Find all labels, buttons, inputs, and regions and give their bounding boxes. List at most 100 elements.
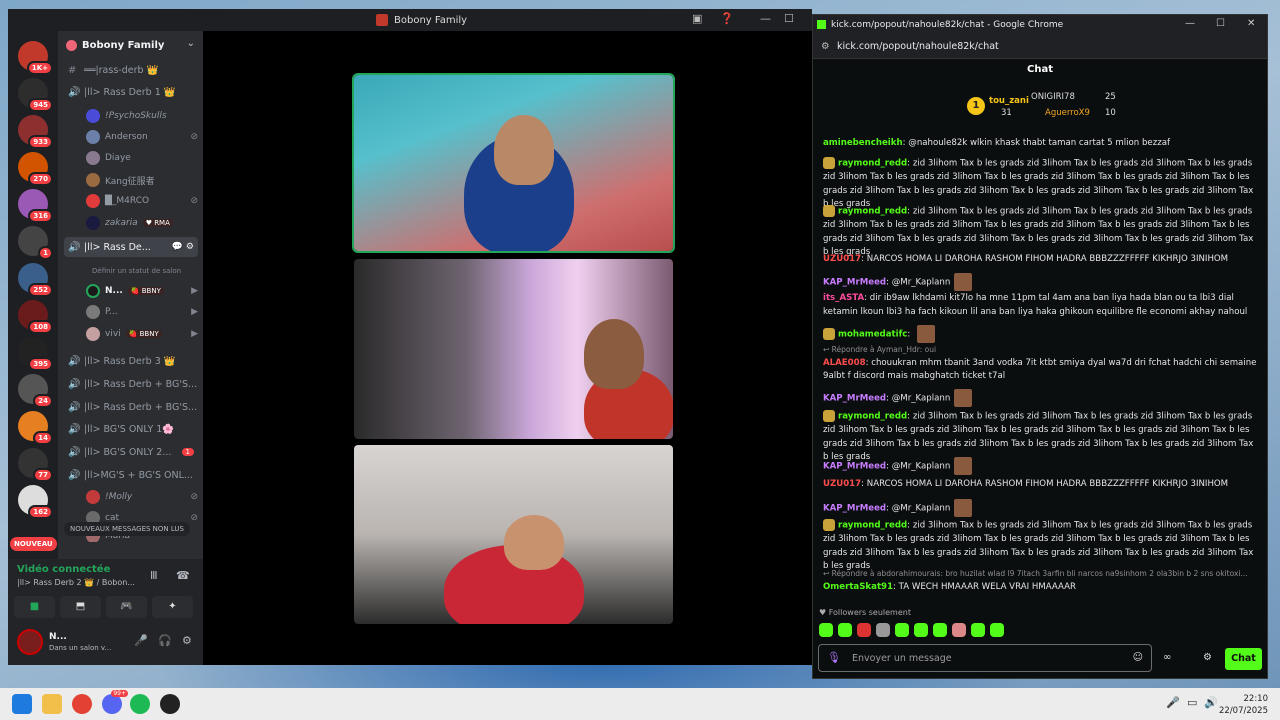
channel-bgs-only-1[interactable]: 🔊 |ll> BG'S ONLY 1🌸	[64, 419, 198, 439]
emote-icon[interactable]	[914, 623, 928, 637]
channel-rass-derb-bgs-1[interactable]: 🔊 |ll> Rass Derb + BG'S...	[64, 374, 198, 394]
chat-message[interactable]: ↩ Répondre à Ayman_Hdr: oui ALAE008: chou…	[823, 343, 1259, 384]
emote-icon[interactable]	[876, 623, 890, 637]
microphone-icon[interactable]: 🎤	[134, 634, 148, 647]
help-icon[interactable]: ❓	[720, 12, 734, 25]
channel-rass-derb-text[interactable]: # ══|rass-derb 👑	[64, 60, 198, 80]
voice-user[interactable]: !Molly ⊘	[86, 488, 198, 506]
chat-username[interactable]: UZU017	[823, 254, 861, 264]
emoji-picker-icon[interactable]: ☺	[1133, 652, 1143, 663]
server-icon[interactable]: 316	[18, 189, 53, 223]
chat-username[interactable]: KAP_MrMeed	[823, 394, 886, 404]
chevron-down-icon[interactable]: ⌄	[187, 38, 195, 49]
server-icon[interactable]: 933	[18, 115, 53, 149]
chat-message[interactable]: UZU017: NARCOS HOMA LI DAROHA RASHOM FIH…	[823, 253, 1259, 267]
emote-icon[interactable]	[857, 623, 871, 637]
channel-status-hint[interactable]: Définir un statut de salon	[92, 267, 181, 275]
server-icon[interactable]: 108	[18, 300, 53, 334]
chat-username[interactable]: raymond_redd	[838, 412, 907, 422]
voice-user[interactable]: Anderson ⊘	[86, 128, 198, 146]
chat-input-placeholder[interactable]: Envoyer un message	[852, 653, 952, 664]
soundboard-button[interactable]: ✦	[152, 596, 193, 618]
nouveau-badge[interactable]: NOUVEAU	[10, 537, 57, 551]
chat-username[interactable]: raymond_redd	[838, 207, 907, 217]
chat-message[interactable]: aminebencheikh: @nahoule82k wlkin khask …	[823, 137, 1259, 151]
network-icon[interactable]: ▭	[1187, 696, 1197, 709]
voice-user-active[interactable]: N... 🍓 BBNY ▶	[86, 282, 198, 300]
server-icon[interactable]: 252	[18, 263, 53, 297]
chat-message[interactable]: UZU017: NARCOS HOMA LI DAROHA RASHOM FIH…	[823, 478, 1259, 492]
screen-share-button[interactable]: ⬒	[60, 596, 101, 618]
user-panel[interactable]: N... Dans un salon v... 🎤 🎧 ⚙	[17, 629, 193, 659]
infinity-icon[interactable]: ∞	[1163, 652, 1171, 663]
start-icon[interactable]	[12, 694, 32, 714]
chat-username[interactable]: mohamedatifc	[838, 330, 907, 340]
voice-connected-label[interactable]: Vidéo connectée	[17, 564, 110, 575]
clock[interactable]: 22:10 22/07/2025	[1219, 693, 1268, 717]
channel-actions-icons[interactable]: 💬 ⚙	[172, 242, 194, 252]
channel-rass-derb-3[interactable]: 🔊 |ll> Rass Derb 3 👑	[64, 351, 198, 371]
chat-username[interactable]: raymond_redd	[838, 159, 907, 169]
chat-message[interactable]: mohamedatifc:	[823, 325, 1259, 343]
top-user-name[interactable]: tou_zani	[989, 96, 1029, 106]
video-tile-3[interactable]	[354, 445, 673, 624]
activities-button[interactable]: 🎮	[106, 596, 147, 618]
chat-message[interactable]: raymond_redd: zid 3lihom Tax b les grads…	[823, 205, 1259, 260]
top-user-name[interactable]: ONIGIRI78	[1031, 92, 1075, 102]
server-icon[interactable]: 24	[18, 374, 53, 408]
reply-context[interactable]: ↩ Répondre à Ayman_Hdr: oui	[823, 343, 1259, 357]
volume-icon[interactable]: 🔊	[1204, 696, 1218, 709]
server-icon[interactable]: 395	[18, 337, 53, 371]
voice-location[interactable]: |ll> Rass Derb 2 👑 / Bobon...	[17, 578, 135, 587]
voice-user-active[interactable]: vivi 🍓 BBNY ▶	[86, 325, 198, 343]
emote-icon[interactable]	[952, 623, 966, 637]
emote-icon[interactable]	[971, 623, 985, 637]
voice-user[interactable]: Kang征服者	[86, 171, 198, 189]
chat-username[interactable]: KAP_MrMeed	[823, 462, 886, 472]
channel-rass-derb-bgs-2[interactable]: 🔊 |ll> Rass Derb + BG'S...	[64, 397, 198, 417]
spotify-icon[interactable]	[130, 694, 150, 714]
video-tile-2[interactable]	[354, 259, 673, 439]
chat-username[interactable]: raymond_redd	[838, 521, 907, 531]
channel-rass-derb-2[interactable]: 🔊 |ll> Rass De... 💬 ⚙	[64, 237, 198, 257]
obs-icon[interactable]	[160, 694, 180, 714]
channel-bgs-only-2[interactable]: 🔊 |ll> BG'S ONLY 2... 1	[64, 442, 198, 462]
discord-icon[interactable]: 99+	[102, 690, 128, 714]
emote-icon[interactable]	[990, 623, 1004, 637]
voice-user-active[interactable]: P... ▶	[86, 303, 198, 321]
emote-icon[interactable]	[819, 623, 833, 637]
new-messages-pill[interactable]: NOUVEAUX MESSAGES NON LUS	[64, 522, 190, 536]
server-icon[interactable]: 1K+	[18, 41, 53, 75]
headphones-icon[interactable]: 🎧	[158, 634, 172, 647]
chat-message[interactable]: ↩ Répondre à abdorahimourais: bro huzila…	[823, 567, 1259, 594]
channel-rass-derb-1[interactable]: 🔊 |ll> Rass Derb 1 👑	[64, 82, 198, 102]
noise-suppression-icon[interactable]: Ⅲ	[150, 569, 158, 582]
voice-user[interactable]: Diaye	[86, 149, 198, 167]
camera-button[interactable]: ■	[14, 596, 55, 618]
file-explorer-icon[interactable]	[42, 694, 62, 714]
site-info-icon[interactable]: ⚙	[821, 41, 830, 52]
chat-username[interactable]: its_ASTA	[823, 293, 864, 303]
address-bar[interactable]: ⚙ kick.com/popout/nahoule82k/chat	[813, 35, 1267, 59]
reply-context[interactable]: ↩ Répondre à abdorahimourais: bro huzila…	[823, 567, 1259, 581]
server-icon[interactable]: 945	[18, 78, 53, 112]
chat-message[interactable]: KAP_MrMeed: @Mr_Kaplann	[823, 499, 1259, 517]
chat-message[interactable]: raymond_redd: zid 3lihom Tax b les grads…	[823, 157, 1259, 212]
url-text[interactable]: kick.com/popout/nahoule82k/chat	[837, 41, 999, 52]
close-button[interactable]: ✕	[1247, 18, 1255, 29]
server-icon[interactable]: 14	[18, 411, 53, 445]
chat-username[interactable]: KAP_MrMeed	[823, 278, 886, 288]
send-chat-button[interactable]: Chat	[1225, 648, 1262, 670]
server-icon[interactable]: 270	[18, 152, 53, 186]
emote-icon[interactable]	[838, 623, 852, 637]
voice-user[interactable]: █_M4RCO ⊘	[86, 192, 198, 210]
chat-message[interactable]: raymond_redd: zid 3lihom Tax b les grads…	[823, 519, 1259, 574]
maximize-button[interactable]: ☐	[784, 12, 794, 25]
chat-username[interactable]: OmertaSkat91	[823, 582, 893, 592]
chat-username[interactable]: ALAE008	[823, 358, 866, 368]
microphone-icon[interactable]: 🎤	[1166, 696, 1180, 709]
server-icon[interactable]: 1	[18, 226, 53, 260]
emote-icon[interactable]	[895, 623, 909, 637]
emote-icon[interactable]	[933, 623, 947, 637]
chat-username[interactable]: aminebencheikh	[823, 138, 903, 148]
